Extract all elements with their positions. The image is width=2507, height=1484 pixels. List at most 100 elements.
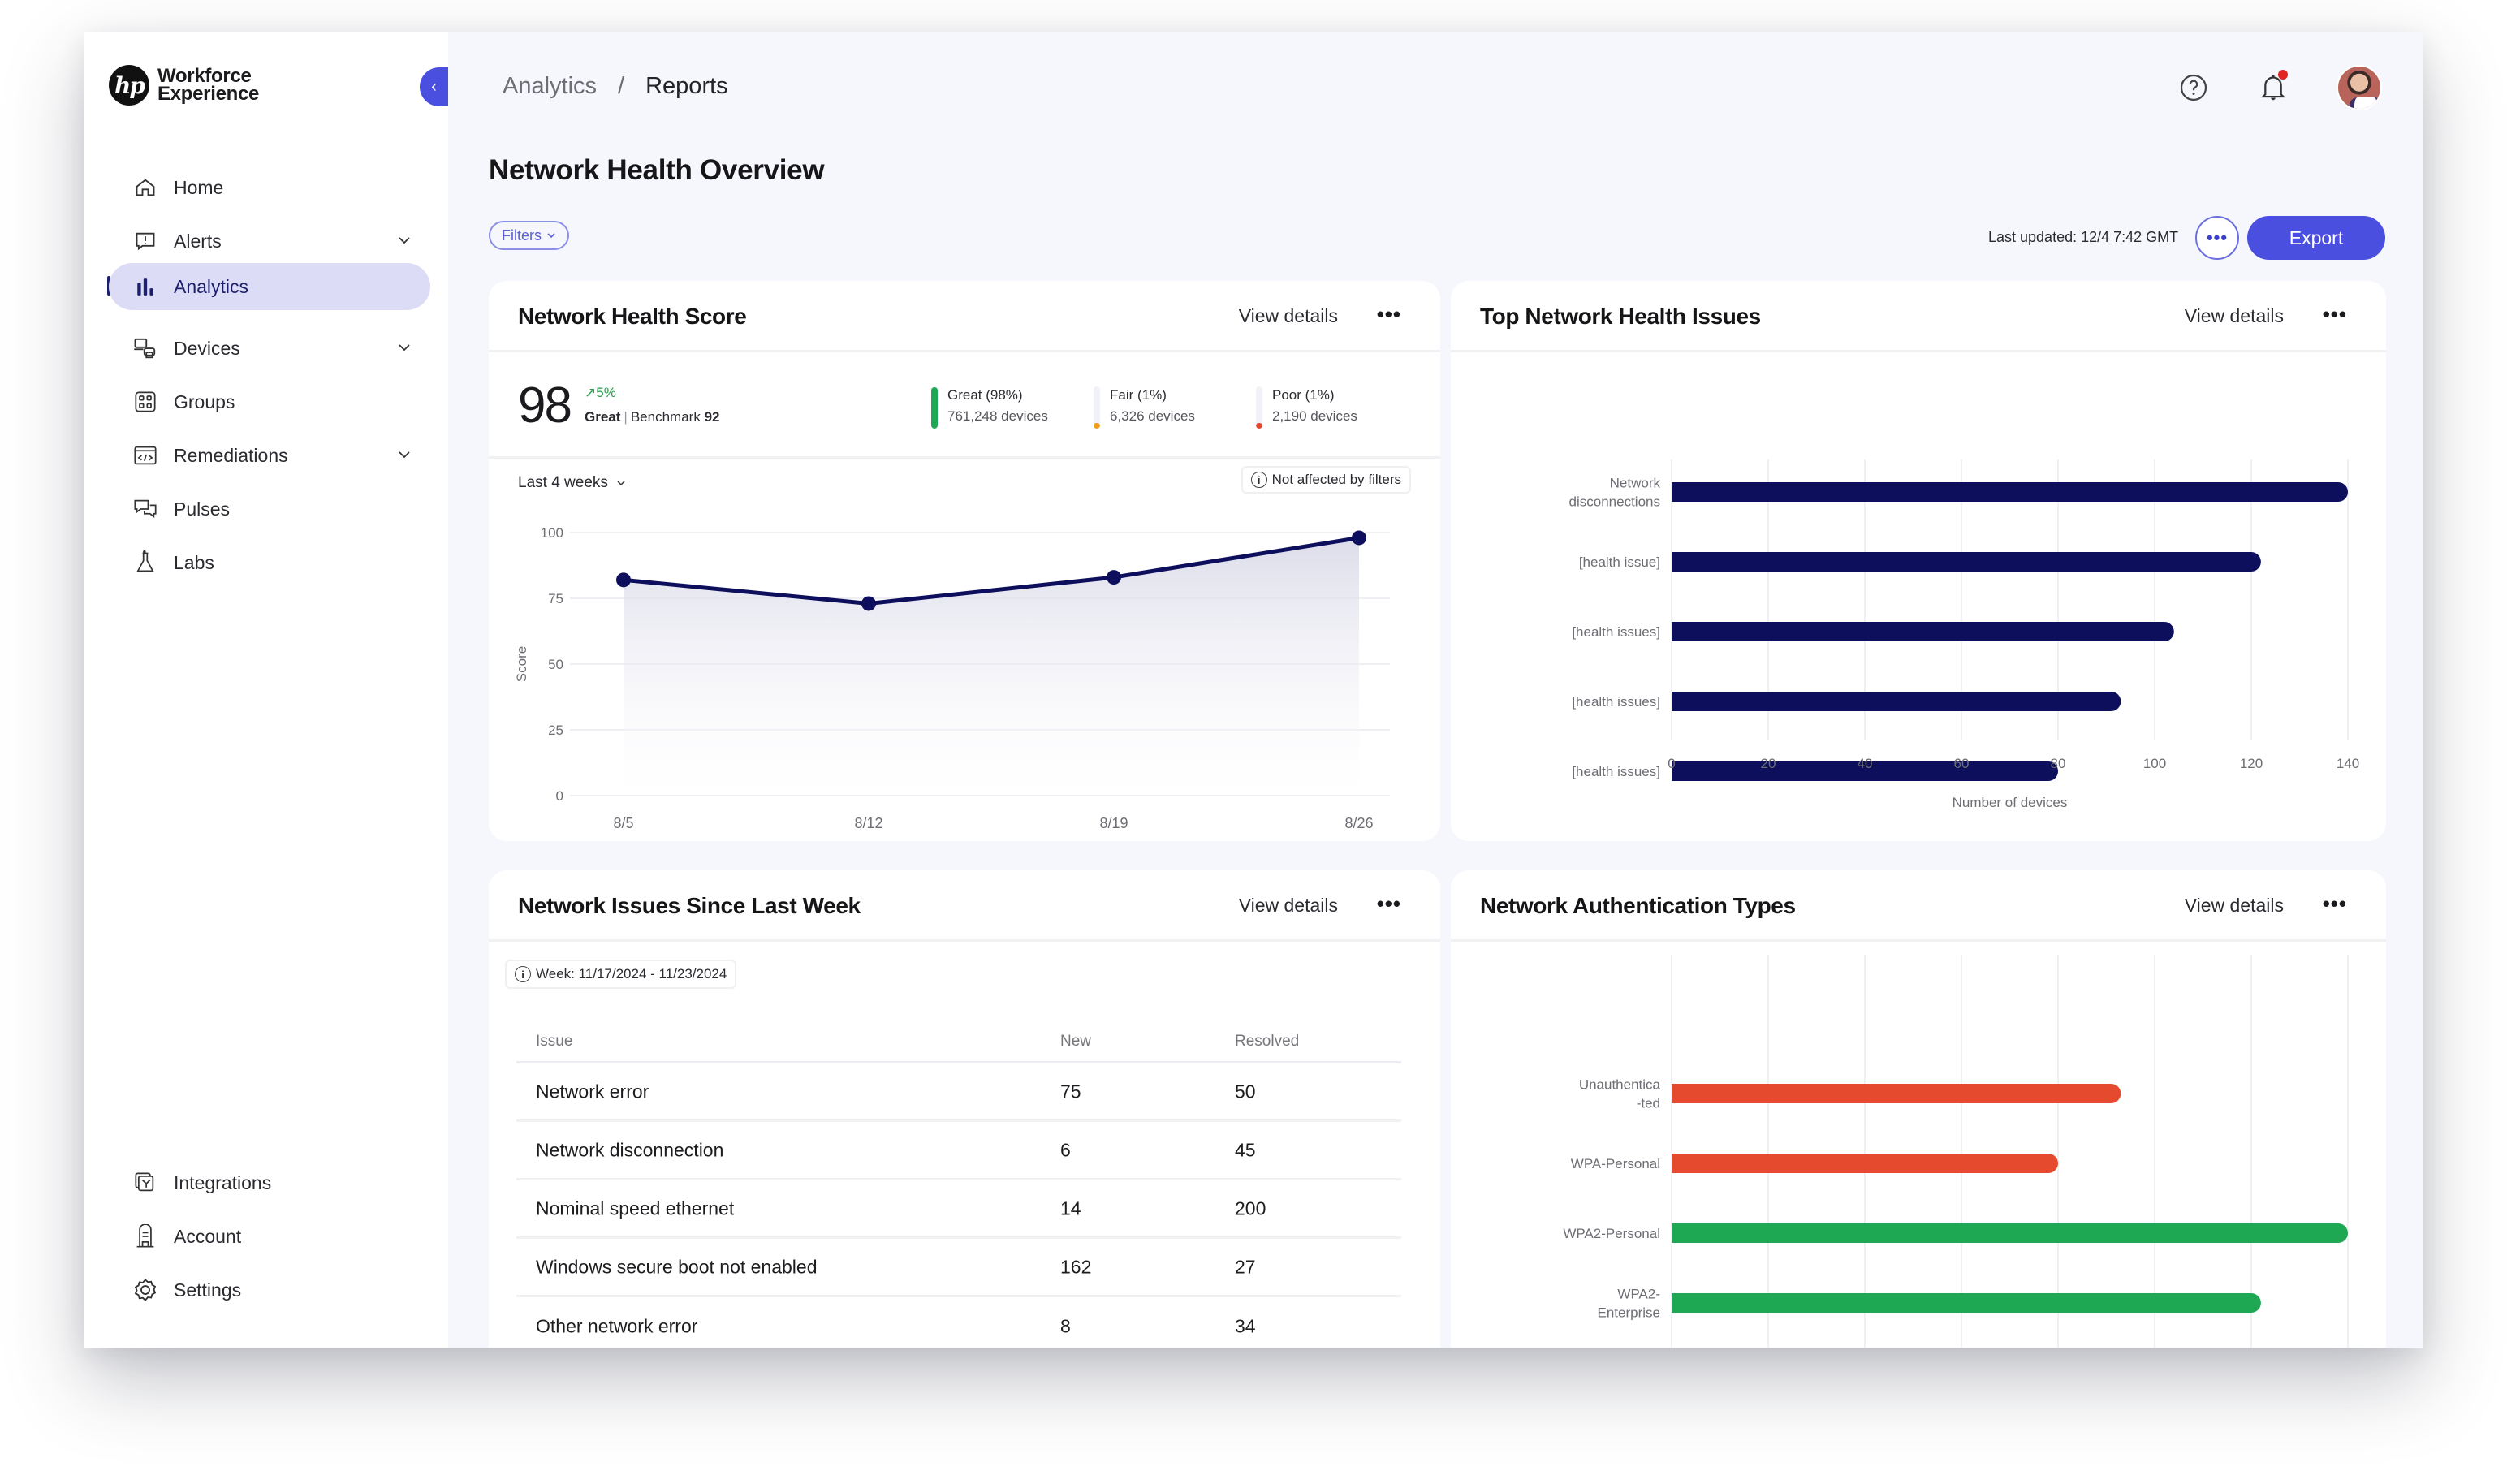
table-row[interactable]: Windows secure boot not enabled 162 27 <box>516 1239 1401 1297</box>
bar <box>1672 1154 2058 1173</box>
bar-base <box>1672 1223 1691 1243</box>
issues-table: Issue New Resolved Network error 75 50 N… <box>516 1021 1401 1348</box>
distribution-great: Great (98%) 761,248 devices <box>947 385 1048 427</box>
week-range-chip: i Week: 11/17/2024 - 11/23/2024 <box>505 960 737 989</box>
chevron-down-icon[interactable] <box>396 232 412 248</box>
sidebar-item-pulses[interactable]: Pulses <box>109 485 430 533</box>
data-point <box>1107 570 1121 585</box>
view-details-link[interactable]: View details <box>1239 305 1338 327</box>
card-more-button[interactable]: ••• <box>2323 302 2347 327</box>
area-fill <box>624 537 1359 796</box>
sidebar-item-home[interactable]: Home <box>109 164 430 211</box>
bar <box>1672 1293 2261 1313</box>
table-header: Issue New Resolved <box>516 1021 1401 1063</box>
bar-base <box>1672 1154 1691 1173</box>
distribution-fair: Fair (1%) 6,326 devices <box>1110 385 1195 427</box>
score-delta: ↗5% <box>585 385 616 400</box>
info-icon: i <box>515 966 531 982</box>
sidebar-item-settings[interactable]: Settings <box>109 1266 430 1314</box>
collapse-sidebar-button[interactable]: ‹ <box>420 67 448 106</box>
sidebar-item-remediations[interactable]: Remediations <box>109 432 430 479</box>
sidebar-item-label: Analytics <box>174 275 249 297</box>
category-label: Unauthentica <box>1579 1077 1661 1093</box>
issue-cell: Other network error <box>536 1315 698 1337</box>
x-tick-label: 8/5 <box>613 815 633 831</box>
table-row[interactable]: Nominal speed ethernet 14 200 <box>516 1180 1401 1239</box>
alert-message-icon <box>133 229 157 253</box>
page-more-button[interactable]: ••• <box>2195 216 2239 260</box>
y-tick-label: 25 <box>548 723 563 738</box>
notifications-button[interactable] <box>2257 70 2289 104</box>
sidebar-item-label: Remediations <box>174 444 288 466</box>
breadcrumb-analytics[interactable]: Analytics <box>503 73 597 100</box>
y-tick-label: 50 <box>548 657 563 672</box>
view-details-link[interactable]: View details <box>2185 895 2284 917</box>
chevron-down-icon[interactable] <box>396 339 412 356</box>
breadcrumb: Analytics / Reports <box>503 73 728 100</box>
category-label: [health issues] <box>1572 764 1660 779</box>
card-title: Network Issues Since Last Week <box>518 893 861 918</box>
info-icon: i <box>1250 472 1267 488</box>
y-tick-label: 75 <box>548 591 563 606</box>
x-tick-label: 8/26 <box>1344 815 1373 831</box>
table-row[interactable]: Network disconnection 6 45 <box>516 1122 1401 1180</box>
new-cell: 6 <box>1060 1139 1071 1160</box>
bar-base <box>1672 692 1691 711</box>
table-row[interactable]: Other network error 8 34 <box>516 1297 1401 1348</box>
sidebar-item-account[interactable]: Account <box>109 1213 430 1260</box>
sidebar-item-integrations[interactable]: Integrations <box>109 1159 430 1206</box>
period-dropdown[interactable]: Last 4 weeks <box>518 474 626 492</box>
user-avatar[interactable] <box>2337 65 2382 110</box>
category-label: [health issues] <box>1572 624 1660 640</box>
page-title: Network Health Overview <box>489 154 825 186</box>
table-row[interactable]: Network error 75 50 <box>516 1063 1401 1122</box>
category-label: [health issues] <box>1572 694 1660 710</box>
chevron-down-icon[interactable] <box>396 446 412 463</box>
y-tick-label: 100 <box>541 525 563 541</box>
column-header-issue[interactable]: Issue <box>536 1033 572 1050</box>
health-score-value: 98 <box>518 377 572 434</box>
brand-logo[interactable]: hp Workforce Experience <box>109 65 259 106</box>
column-header-new[interactable]: New <box>1060 1033 1091 1050</box>
sidebar-item-labs[interactable]: Labs <box>109 539 430 586</box>
sidebar-item-analytics[interactable]: Analytics <box>109 263 430 310</box>
help-button[interactable] <box>2177 71 2210 104</box>
breadcrumb-reports: Reports <box>645 73 728 99</box>
y-tick-label: 0 <box>556 788 563 804</box>
sidebar-item-label: Pulses <box>174 498 231 520</box>
view-details-link[interactable]: View details <box>2185 305 2284 327</box>
x-axis-label: Number of devices <box>1953 795 2068 810</box>
groups-grid-icon <box>133 390 157 414</box>
export-button[interactable]: Export <box>2247 216 2385 260</box>
card-more-button[interactable]: ••• <box>1377 891 1401 917</box>
divider <box>489 456 1440 459</box>
view-details-link[interactable]: View details <box>1239 895 1338 917</box>
bar <box>1672 482 2348 502</box>
column-header-resolved[interactable]: Resolved <box>1235 1033 1299 1050</box>
new-cell: 8 <box>1060 1315 1071 1337</box>
week-range-label: Week: 11/17/2024 - 11/23/2024 <box>536 966 727 981</box>
not-affected-label: Not affected by filters <box>1271 472 1401 487</box>
filters-button[interactable]: Filters <box>489 221 569 250</box>
devices-icon <box>133 336 157 360</box>
breadcrumb-separator: / <box>618 73 625 99</box>
sidebar-item-alerts[interactable]: Alerts <box>109 218 430 265</box>
card-more-button[interactable]: ••• <box>1377 302 1401 327</box>
distribution-fill <box>1256 422 1262 429</box>
category-label: -ted <box>1637 1096 1660 1111</box>
bar <box>1672 1223 2348 1243</box>
building-icon <box>133 1224 157 1249</box>
new-cell: 75 <box>1060 1081 1081 1102</box>
card-more-button[interactable]: ••• <box>2323 891 2347 917</box>
distribution-bar-fair <box>1094 386 1100 429</box>
bar <box>1672 552 2261 572</box>
sidebar-item-groups[interactable]: Groups <box>109 378 430 425</box>
resolved-cell: 50 <box>1235 1081 1256 1102</box>
distribution-devices: 2,190 devices <box>1272 408 1357 424</box>
bar-base <box>1672 1293 1691 1313</box>
distribution-label: Poor (1%) <box>1272 387 1335 403</box>
sidebar-item-devices[interactable]: Devices <box>109 325 430 372</box>
resolved-cell: 27 <box>1235 1256 1256 1277</box>
filters-label: Filters <box>502 226 542 244</box>
card-header: Network Issues Since Last Week View deta… <box>489 870 1440 942</box>
